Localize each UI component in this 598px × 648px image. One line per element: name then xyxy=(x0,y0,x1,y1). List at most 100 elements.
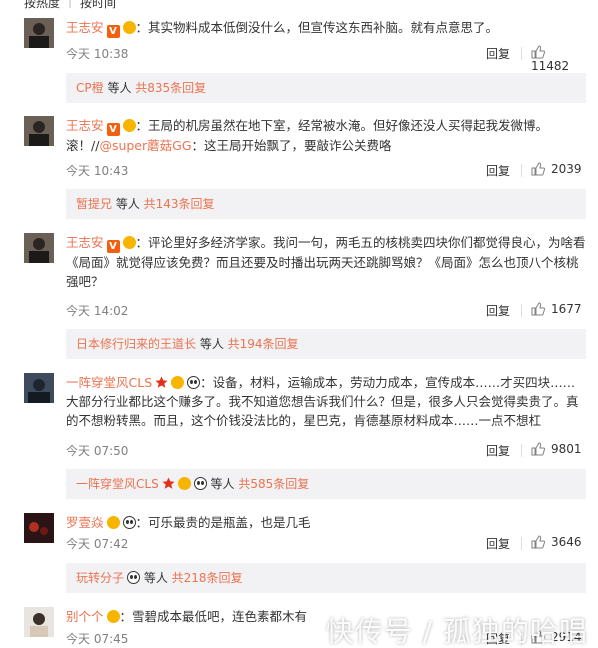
sub-reply-count[interactable]: 共835条回复 xyxy=(135,81,206,95)
username-link[interactable]: 罗壹焱 xyxy=(66,515,104,530)
panda-icon xyxy=(122,516,136,529)
avatar[interactable] xyxy=(24,607,54,637)
sub-reply-mid: 等人 xyxy=(112,197,144,211)
sort-bar: 按热度 | 按时间 xyxy=(0,0,598,9)
sub-reply-user[interactable]: 暂提兄 xyxy=(76,197,112,211)
username-link[interactable]: 王志安 xyxy=(66,20,104,35)
timestamp: 今天 10:38 xyxy=(66,47,129,61)
timestamp: 今天 07:42 xyxy=(66,537,129,551)
comment-text: 滚！// xyxy=(66,138,100,153)
username-link[interactable]: 一阵穿堂风CLS xyxy=(66,375,152,390)
comment-meta: 今天 10:38 回复 11482 xyxy=(66,45,586,73)
timestamp: 今天 07:50 xyxy=(66,444,129,458)
thumbs-up-icon xyxy=(531,535,545,549)
username-link[interactable]: 王志安 xyxy=(66,235,104,250)
sort-time-tab[interactable]: 按时间 xyxy=(80,0,116,9)
divider xyxy=(521,304,522,317)
comment-meta: 今天 07:50 回复 9801 xyxy=(66,442,586,458)
sub-reply-count[interactable]: 共194条回复 xyxy=(228,337,299,351)
sort-separator: | xyxy=(68,0,73,8)
comment-body: 王志安 V ：其实物料成本低倒没什么，但宣传这东西补脑。就有点意思了。 xyxy=(66,18,586,38)
sub-reply-user[interactable]: 日本修行归来的王道长 xyxy=(76,337,196,351)
sub-replies-link[interactable]: 暂提兄 等人 共143条回复 xyxy=(66,189,586,219)
sub-reply-mid: 等人 xyxy=(206,477,239,491)
mention-link[interactable]: @super蘑菇GG xyxy=(99,138,191,153)
reply-button[interactable]: 回复 xyxy=(486,535,510,552)
comment-text: ：雪碧成本最低吧，连色素都木有 xyxy=(119,609,308,624)
sub-reply-count[interactable]: 共585条回复 xyxy=(238,477,309,491)
username-link[interactable]: 别个个 xyxy=(66,609,104,624)
avatar[interactable] xyxy=(24,18,54,48)
thumbs-up-icon xyxy=(531,442,545,456)
comment-body: 王志安 V ：王局的机房虽然在地下室，经常被水淹。但好像还没人买得起我发微博。 滚！… xyxy=(66,116,586,155)
sub-reply-count[interactable]: 共218条回复 xyxy=(172,571,243,585)
sub-reply-user[interactable]: 一阵穿堂风CLS xyxy=(76,477,159,491)
divider xyxy=(521,47,522,60)
comment-text: ：其实物料成本低倒没什么，但宣传这东西补脑。就有点意思了。 xyxy=(135,20,499,35)
like-count: 9801 xyxy=(551,442,582,456)
star-icon xyxy=(155,375,168,388)
comment-meta: 今天 14:02 回复 1677 xyxy=(66,302,586,318)
like-button[interactable]: 3646 xyxy=(531,535,582,549)
sub-reply-user[interactable]: 玩转分子 xyxy=(76,571,124,585)
crown-icon xyxy=(122,236,136,249)
divider xyxy=(521,444,522,457)
like-count: 11482 xyxy=(531,59,570,73)
timestamp: 今天 07:45 xyxy=(66,632,129,646)
like-count: 1677 xyxy=(551,302,582,316)
avatar[interactable] xyxy=(24,116,54,146)
thumbs-up-icon xyxy=(531,162,545,176)
crown-icon xyxy=(122,21,136,34)
comment-meta: 今天 07:42 回复 3646 xyxy=(66,535,586,551)
crown-icon xyxy=(171,376,185,389)
comment-meta: 今天 10:43 回复 2039 xyxy=(66,162,586,178)
reply-button[interactable]: 回复 xyxy=(486,162,510,179)
like-button[interactable]: 1677 xyxy=(531,302,582,316)
panda-icon xyxy=(193,477,207,490)
like-button[interactable]: 11482 xyxy=(531,45,586,73)
reply-button[interactable]: 回复 xyxy=(486,442,510,459)
like-button[interactable]: 9801 xyxy=(531,442,582,456)
crown-icon xyxy=(177,477,191,490)
divider xyxy=(521,537,522,550)
sub-reply-mid: 等人 xyxy=(140,571,172,585)
reply-button[interactable]: 回复 xyxy=(486,45,510,62)
divider xyxy=(521,164,522,177)
thumbs-up-icon xyxy=(531,45,545,59)
crown-icon xyxy=(122,119,136,132)
sub-replies-link[interactable]: 日本修行归来的王道长 等人 共194条回复 xyxy=(66,329,586,359)
sub-reply-user[interactable]: CP橙 xyxy=(76,81,104,95)
comment-text: ：这王局开始飘了，要敲诈公关费咯 xyxy=(191,138,392,153)
sub-replies-link[interactable]: 玩转分子 等人 共218条回复 xyxy=(66,563,586,593)
sub-reply-count[interactable]: 共143条回复 xyxy=(144,197,215,211)
like-count: 3646 xyxy=(551,535,582,549)
comment-body: 罗壹焱 ：可乐最贵的是瓶盖，也是几毛 xyxy=(66,513,586,532)
watermark: 快传号 / 孤独的哈唱 xyxy=(325,615,588,648)
sub-reply-mid: 等人 xyxy=(196,337,228,351)
sub-replies-link[interactable]: 一阵穿堂风CLS 等人 共585条回复 xyxy=(66,469,586,499)
like-button[interactable]: 2039 xyxy=(531,162,582,176)
crown-icon xyxy=(106,610,120,623)
sub-reply-mid: 等人 xyxy=(103,81,136,95)
verified-v-icon: V xyxy=(106,123,120,136)
star-icon xyxy=(162,471,175,489)
avatar[interactable] xyxy=(24,233,54,263)
panda-icon xyxy=(187,376,201,389)
verified-v-icon: V xyxy=(106,240,120,253)
comment-text: ：可乐最贵的是瓶盖，也是几毛 xyxy=(135,515,311,530)
reply-button[interactable]: 回复 xyxy=(486,302,510,319)
panda-icon xyxy=(127,571,141,584)
sub-replies-link[interactable]: CP橙 等人 共835条回复 xyxy=(66,73,586,103)
username-link[interactable]: 王志安 xyxy=(66,118,104,133)
avatar[interactable] xyxy=(24,373,54,403)
sort-hot-tab[interactable]: 按热度 xyxy=(24,0,60,9)
comment-body: 一阵穿堂风CLS ：设备，材料，运输成本，劳动力成本，宣传成本……才买四块……大部… xyxy=(66,373,586,430)
avatar[interactable] xyxy=(24,513,54,543)
verified-v-icon: V xyxy=(106,25,120,38)
comment-text: ：王局的机房虽然在地下室，经常被水淹。但好像还没人买得起我发微博。 xyxy=(135,118,549,133)
thumbs-up-icon xyxy=(531,302,545,316)
crown-icon xyxy=(106,516,120,529)
timestamp: 今天 10:43 xyxy=(66,164,129,178)
comment-text: ：评论里好多经济学家。我问一句，两毛五的核桃卖四块你们都觉得良心，为啥看《局面》… xyxy=(66,235,586,289)
like-count: 2039 xyxy=(551,162,582,176)
